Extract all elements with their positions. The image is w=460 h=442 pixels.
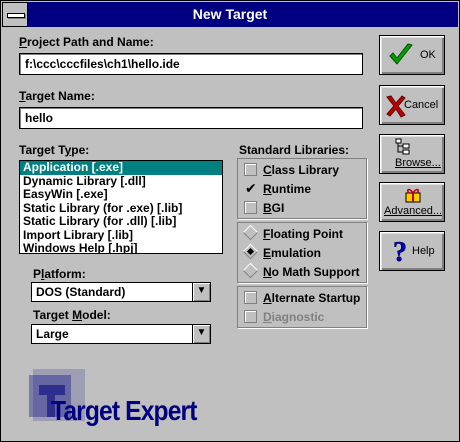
list-item[interactable]: Static Library (for .exe) [.lib]	[20, 201, 222, 216]
list-item[interactable]: Static Library (for .dll) [.lib]	[20, 214, 222, 229]
list-item[interactable]: Import Library [.lib]	[20, 228, 222, 243]
alternate-startup-checkbox[interactable]: Alternate Startup	[244, 289, 360, 307]
checkbox-box	[244, 201, 257, 215]
runtime-checkbox[interactable]: ✔ Runtime	[244, 180, 311, 198]
title-bar: New Target	[2, 2, 458, 27]
list-item[interactable]: Windows Help [.hpj]	[20, 241, 222, 253]
radio-diamond-icon	[242, 225, 259, 241]
new-target-dialog: New Target Project Path and Name: f:\ccc…	[0, 0, 460, 442]
emulation-radio[interactable]: Emulation	[242, 244, 321, 262]
target-model-value: Large	[36, 327, 69, 341]
list-item[interactable]: Application [.exe]	[20, 161, 222, 175]
browse-label: Browse...	[395, 157, 441, 169]
platform-value: DOS (Standard)	[36, 285, 126, 299]
cancel-label: Cancel	[404, 99, 439, 111]
platform-dropdown-arrow-icon[interactable]: ▼	[192, 283, 210, 301]
logo-text: Target Expert	[51, 395, 197, 426]
target-name-label: Target Name:	[19, 89, 95, 103]
window-title: New Target	[192, 6, 268, 22]
browse-button[interactable]: Browse...	[379, 134, 445, 174]
checkmark-icon	[389, 43, 413, 65]
checkbox-box	[244, 163, 257, 177]
svg-text:?: ?	[393, 237, 407, 265]
target-model-label: Target Model:	[33, 308, 111, 322]
system-menu-icon[interactable]	[2, 2, 28, 27]
advanced-label: Advanced...	[384, 205, 443, 217]
tree-browse-icon	[395, 138, 410, 155]
advanced-button[interactable]: Advanced...	[379, 182, 445, 222]
checkmark-icon: ✔	[245, 180, 257, 197]
checkbox-box	[244, 310, 257, 324]
platform-label: Platform:	[33, 267, 86, 281]
class-library-checkbox[interactable]: Class Library	[244, 161, 339, 179]
ok-button[interactable]: OK	[379, 35, 445, 75]
target-model-select[interactable]: Large ▼	[31, 324, 211, 344]
diagnostic-checkbox[interactable]: Diagnostic	[244, 308, 324, 326]
ok-label: OK	[420, 49, 436, 61]
help-label: Help	[412, 245, 435, 257]
help-button[interactable]: ? Help	[379, 231, 445, 271]
libraries-checkbox-group: Class Library ✔ Runtime BGI	[237, 158, 367, 219]
no-math-support-radio[interactable]: No Math Support	[242, 263, 360, 281]
project-path-input[interactable]: f:\ccc\cccfiles\ch1\hello.ide	[19, 53, 363, 75]
radio-diamond-selected-icon	[242, 244, 259, 260]
project-path-label: Project Path and Name:	[19, 35, 154, 49]
target-type-list[interactable]: Application [.exe] Dynamic Library [.dll…	[19, 160, 223, 254]
startup-checkbox-group: Alternate Startup Diagnostic	[237, 286, 367, 328]
target-model-dropdown-arrow-icon[interactable]: ▼	[192, 325, 210, 343]
question-mark-icon: ?	[393, 237, 408, 265]
target-type-label: Target Type:	[19, 143, 90, 157]
checkbox-box	[244, 291, 257, 305]
math-radio-group: Floating Point Emulation No Math Support	[237, 222, 367, 283]
standard-libraries-label: Standard Libraries:	[239, 143, 350, 157]
bgi-checkbox[interactable]: BGI	[244, 199, 284, 217]
platform-select[interactable]: DOS (Standard) ▼	[31, 282, 211, 302]
gift-icon	[405, 188, 421, 203]
list-item[interactable]: EasyWin [.exe]	[20, 187, 222, 202]
target-name-input[interactable]: hello	[19, 107, 363, 129]
floating-point-radio[interactable]: Floating Point	[242, 225, 343, 243]
list-item[interactable]: Dynamic Library [.dll]	[20, 174, 222, 189]
cancel-button[interactable]: Cancel	[379, 85, 445, 125]
radio-diamond-icon	[242, 263, 259, 279]
